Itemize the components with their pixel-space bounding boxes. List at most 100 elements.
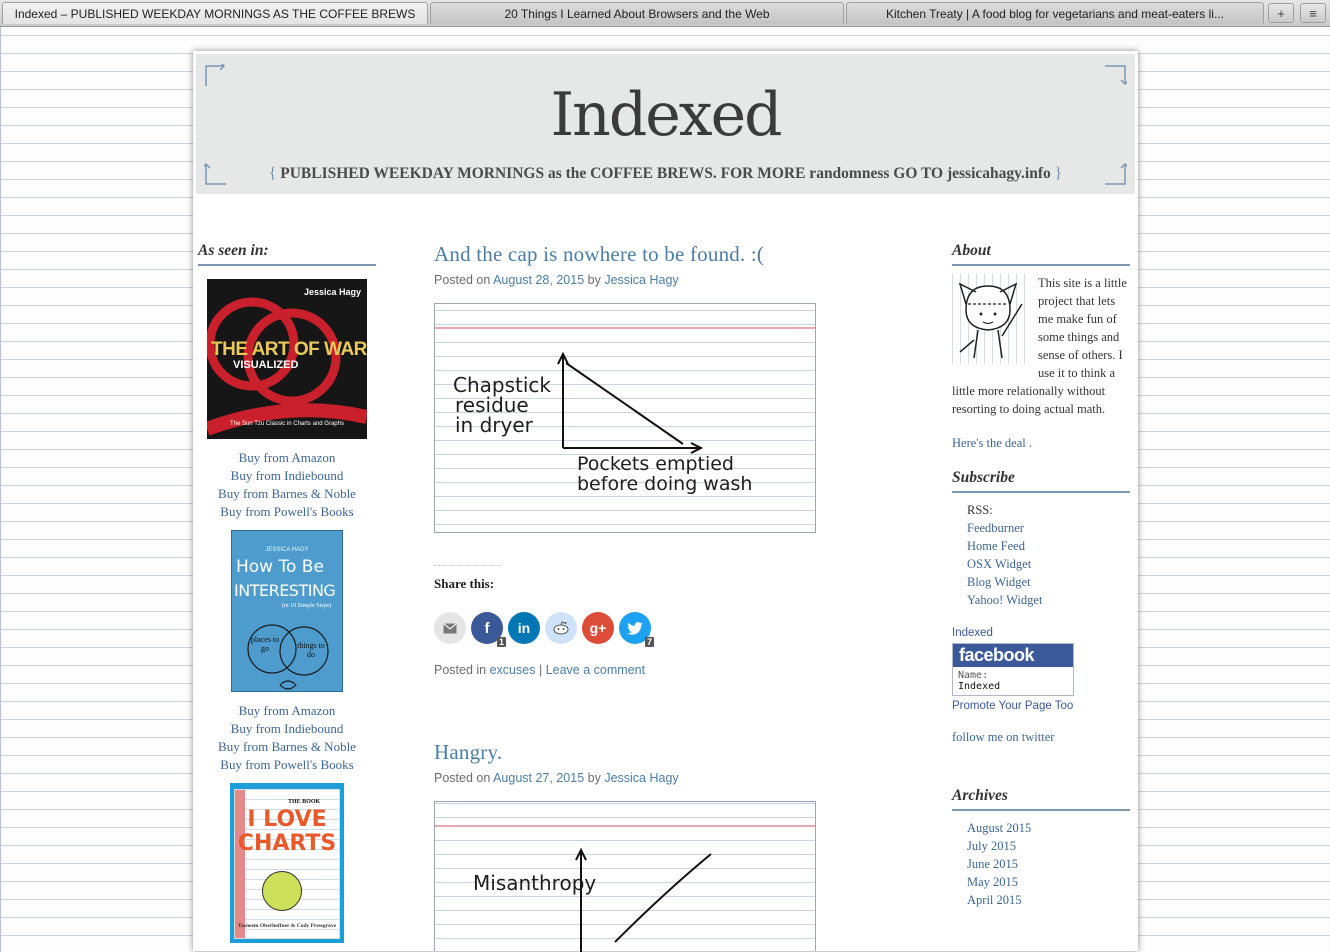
buy-indiebound-link[interactable]: Buy from Indiebound: [231, 468, 344, 483]
share-google-plus-button[interactable]: g+: [582, 612, 614, 644]
meta-prefix: Posted on: [434, 771, 491, 785]
card-y-label: Misanthropy: [473, 871, 596, 895]
tab-indexed[interactable]: Indexed – PUBLISHED WEEKDAY MORNINGS AS …: [2, 2, 428, 24]
feedburner-link[interactable]: Feedburner: [967, 521, 1024, 535]
twitter-follow-link[interactable]: follow me on twitter: [952, 730, 1054, 744]
reddit-icon: [553, 621, 569, 635]
book3-title-line2: CHARTS: [237, 831, 337, 856]
buy-powells-link[interactable]: Buy from Powell's Books: [220, 504, 353, 519]
card-x-label-line2: before doing wash: [577, 473, 752, 495]
brace-open: {: [268, 165, 277, 182]
post-title-link[interactable]: Hangry.: [434, 740, 894, 765]
book3-authors: Tasneem Oberhoffner & Cody Pressgrove: [237, 923, 337, 929]
card-y-label-line3: in dryer: [455, 413, 534, 437]
book3-top: THE BOOK: [288, 799, 321, 805]
home-feed-link[interactable]: Home Feed: [967, 539, 1025, 553]
fb-name-value: Indexed: [958, 681, 1001, 692]
buy-barnes-noble-link[interactable]: Buy from Barnes & Noble: [218, 486, 356, 501]
post-date-link[interactable]: August 28, 2015: [493, 273, 584, 287]
book-cover-i-love-charts[interactable]: THE BOOK I LOVE CHARTS Tasneem Oberhoffn…: [230, 783, 344, 943]
post-article: Hangry. Posted on August 27, 2015 by Jes…: [434, 740, 894, 952]
tab-kitchen-treaty[interactable]: Kitchen Treaty | A food blog for vegetar…: [846, 2, 1264, 24]
book1-tagline: The Sun Tzu Classic in Charts and Graphs: [230, 421, 344, 427]
post-meta: Posted on August 28, 2015 by Jessica Hag…: [434, 273, 894, 287]
buy-amazon-link[interactable]: Buy from Amazon: [239, 703, 336, 718]
facebook-icon: f: [484, 619, 490, 637]
post-footer: Posted in excuses | Leave a comment: [434, 663, 894, 677]
about-title: About: [952, 242, 1130, 266]
share-reddit-button[interactable]: [545, 612, 577, 644]
buy-powells-link[interactable]: Buy from Powell's Books: [220, 757, 353, 772]
twitter-icon: [627, 621, 643, 635]
site-header: Indexed { PUBLISHED WEEKDAY MORNINGS as …: [196, 54, 1135, 194]
buy-amazon-link[interactable]: Buy from Amazon: [239, 450, 336, 465]
book2-subtitle: (in 10 Simple Steps): [282, 603, 332, 609]
fb-name-label: Name:: [958, 670, 989, 681]
facebook-logo: facebook: [953, 644, 1073, 667]
tab-menu-button[interactable]: ≡: [1300, 3, 1326, 23]
brace-close: }: [1054, 165, 1063, 182]
book-cover-how-to-be-interesting[interactable]: JESSICA HAGY How To Be INTERESTING (in 1…: [231, 530, 343, 692]
facebook-badge[interactable]: facebook Name: Indexed: [952, 643, 1074, 696]
blog-widget-link[interactable]: Blog Widget: [967, 575, 1031, 589]
author-link[interactable]: Jessica Hagy: [604, 771, 678, 785]
browser-tab-bar: Indexed – PUBLISHED WEEKDAY MORNINGS AS …: [0, 0, 1330, 27]
author-link[interactable]: Jessica Hagy: [604, 273, 678, 287]
archive-link[interactable]: April 2015: [967, 893, 1022, 907]
buy-indiebound-link[interactable]: Buy from Indiebound: [231, 721, 344, 736]
yahoo-widget-link[interactable]: Yahoo! Widget: [967, 593, 1042, 607]
facebook-page-link[interactable]: Indexed: [952, 627, 993, 639]
heres-the-deal-link[interactable]: Here's the deal .: [952, 436, 1032, 450]
archive-link[interactable]: July 2015: [967, 839, 1016, 853]
leave-comment-link[interactable]: Leave a comment: [546, 663, 645, 677]
right-sidebar: About This site is a little project that…: [952, 242, 1130, 909]
email-icon: [443, 622, 457, 633]
left-sidebar: As seen in: Jessica Hagy THE ART OF WAR …: [198, 242, 376, 943]
new-tab-button[interactable]: +: [1268, 3, 1294, 23]
book2-venn-left: places to go: [250, 635, 280, 653]
meta-by: by: [587, 273, 601, 287]
osx-widget-link[interactable]: OSX Widget: [967, 557, 1031, 571]
post-article: And the cap is nowhere to be found. :( P…: [434, 242, 894, 677]
buy-barnes-noble-link[interactable]: Buy from Barnes & Noble: [218, 739, 356, 754]
book2-buy-links: Buy from Amazon Buy from Indiebound Buy …: [198, 702, 376, 774]
share-buttons: f 1 in g+ 7: [434, 612, 894, 647]
subscribe-title: Subscribe: [952, 469, 1130, 493]
post-date-link[interactable]: August 27, 2015: [493, 771, 584, 785]
post-meta: Posted on August 27, 2015 by Jessica Hag…: [434, 771, 894, 785]
archive-link[interactable]: June 2015: [967, 857, 1018, 871]
post-index-card-image[interactable]: Misanthropy: [434, 801, 816, 952]
share-twitter-button[interactable]: 7: [619, 612, 654, 647]
rss-label: RSS:: [967, 503, 993, 517]
book-cover-art-of-war[interactable]: Jessica Hagy THE ART OF WAR VISUALIZED T…: [207, 279, 367, 439]
archives-title: Archives: [952, 787, 1130, 811]
share-linkedin-button[interactable]: in: [508, 612, 540, 644]
twitter-share-count: 7: [644, 637, 654, 647]
tab-20-things[interactable]: 20 Things I Learned About Browsers and t…: [430, 2, 844, 24]
share-facebook-button[interactable]: f 1: [471, 612, 506, 647]
site-tagline: { PUBLISHED WEEKDAY MORNINGS as the COFF…: [196, 165, 1135, 183]
category-link[interactable]: excuses: [490, 663, 536, 677]
book2-venn-right: things to do: [297, 641, 325, 659]
linkedin-icon: in: [517, 620, 531, 636]
post-index-card-image[interactable]: Chapstick residue in dryer Pockets empti…: [434, 303, 816, 533]
promote-page-link[interactable]: Promote Your Page Too: [952, 700, 1130, 712]
book3-title-line1: I LOVE: [247, 807, 327, 832]
site-logo[interactable]: Indexed: [196, 80, 1135, 150]
subscribe-list: RSS: Feedburner Home Feed OSX Widget Blo…: [952, 501, 1130, 609]
book2-title-line2: INTERESTING: [234, 581, 336, 600]
card-x-label-line1: Pockets emptied: [577, 453, 734, 475]
post-title-link[interactable]: And the cap is nowhere to be found. :(: [434, 242, 894, 267]
author-avatar-drawing: [952, 274, 1030, 364]
meta-prefix: Posted on: [434, 273, 491, 287]
archive-link[interactable]: August 2015: [967, 821, 1031, 835]
archive-link[interactable]: May 2015: [967, 875, 1018, 889]
google-plus-icon: g+: [589, 620, 607, 636]
book2-title-line1: How To Be: [236, 557, 324, 577]
meta-by: by: [587, 771, 601, 785]
share-title: Share this:: [434, 565, 500, 592]
book1-title: THE ART OF WAR: [211, 339, 367, 360]
foot-prefix: Posted in: [434, 663, 487, 677]
about-section: This site is a little project that lets …: [952, 274, 1130, 418]
share-email-button[interactable]: [434, 612, 466, 644]
